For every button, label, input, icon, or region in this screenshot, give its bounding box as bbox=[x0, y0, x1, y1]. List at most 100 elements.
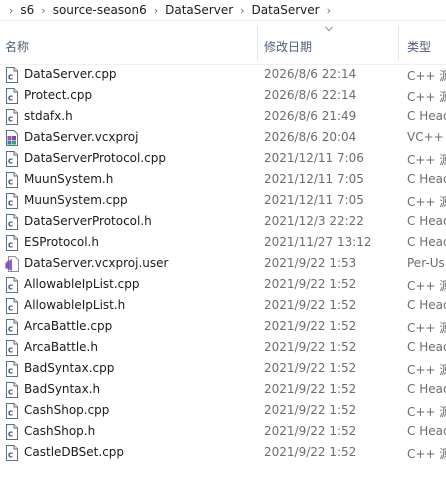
file-modified-date: 2021/9/22 1:53 bbox=[264, 256, 357, 270]
chevron-right-icon[interactable]: › bbox=[2, 4, 20, 17]
svg-text:C: C bbox=[8, 284, 13, 292]
file-row[interactable]: C MuunSystem.cpp 2021/12/11 7:05 C++ 源 bbox=[0, 190, 446, 211]
file-type: C++ 源 bbox=[407, 447, 446, 461]
file-name: CastleDBSet.cpp bbox=[24, 445, 125, 459]
breadcrumb-item-s6[interactable]: s6 bbox=[20, 3, 34, 17]
file-row[interactable]: Cstdafx.h 2026/8/6 21:49 C Head bbox=[0, 106, 446, 127]
svg-text:C: C bbox=[8, 221, 13, 229]
file-row[interactable]: C CashShop.cpp 2021/9/22 1:52 C++ 源 bbox=[0, 400, 446, 421]
file-modified-date: 2021/9/22 1:52 bbox=[264, 445, 357, 459]
file-type: C Head bbox=[407, 340, 446, 354]
file-row[interactable]: C ArcaBattle.h 2021/9/22 1:52 C Head bbox=[0, 337, 446, 358]
file-name: MuunSystem.h bbox=[24, 172, 114, 186]
chevron-right-icon[interactable]: › bbox=[233, 4, 251, 17]
cpp-file-icon: C bbox=[5, 361, 19, 377]
file-type: Per-Us bbox=[407, 256, 445, 270]
file-name: DataServerProtocol.cpp bbox=[24, 151, 167, 165]
file-name: CashShop.cpp bbox=[24, 403, 110, 417]
file-type: C Head bbox=[407, 172, 446, 186]
column-header-name[interactable]: 名称 bbox=[5, 38, 29, 55]
file-type: C Head bbox=[407, 424, 446, 438]
file-modified-date: 2026/8/6 20:04 bbox=[264, 130, 357, 144]
file-modified-date: 2021/9/22 1:52 bbox=[264, 382, 357, 396]
file-row[interactable]: C DataServerProtocol.cpp 2021/12/11 7:06 C+… bbox=[0, 148, 446, 169]
header-file-icon: C bbox=[5, 382, 19, 398]
file-type: C++ 源 bbox=[407, 405, 446, 419]
file-row[interactable]: C AllowableIpList.h 2021/9/22 1:52 C Head bbox=[0, 295, 446, 316]
column-divider[interactable] bbox=[398, 26, 399, 60]
svg-text:C: C bbox=[8, 431, 13, 439]
breadcrumb-item-dataserver[interactable]: DataServer bbox=[165, 3, 233, 17]
column-header-row: 名称 修改日期 类型 bbox=[0, 24, 446, 65]
file-modified-date: 2026/8/6 22:14 bbox=[264, 67, 357, 81]
file-row[interactable]: C BadSyntax.cpp 2021/9/22 1:52 C++ 源 bbox=[0, 358, 446, 379]
file-row[interactable]: C CastleDBSet.cpp 2021/9/22 1:52 C++ 源 bbox=[0, 442, 446, 463]
svg-text:C: C bbox=[8, 347, 13, 355]
file-row[interactable]: DataServer.vcxproj 2026/8/6 20:04 VC++ bbox=[0, 127, 446, 148]
file-row[interactable]: C CashShop.h 2021/9/22 1:52 C Head bbox=[0, 421, 446, 442]
sort-descending-icon bbox=[325, 26, 333, 32]
file-name: ArcaBattle.h bbox=[24, 340, 98, 354]
file-modified-date: 2021/9/22 1:52 bbox=[264, 403, 357, 417]
file-name: MuunSystem.cpp bbox=[24, 193, 128, 207]
cpp-file-icon: C bbox=[5, 277, 19, 293]
file-row[interactable]: C DataServer.cpp 2026/8/6 22:14 C++ 源 bbox=[0, 64, 446, 85]
svg-text:C: C bbox=[8, 95, 13, 103]
svg-text:C: C bbox=[8, 179, 13, 187]
chevron-right-icon[interactable]: › bbox=[34, 4, 52, 17]
file-name: AllowableIpList.h bbox=[24, 298, 126, 312]
file-modified-date: 2021/12/11 7:06 bbox=[264, 151, 364, 165]
file-row[interactable]: C BadSyntax.h 2021/9/22 1:52 C Head bbox=[0, 379, 446, 400]
file-row[interactable]: C ArcaBattle.cpp 2021/9/22 1:52 C++ 源 bbox=[0, 316, 446, 337]
svg-text:C: C bbox=[8, 242, 13, 250]
column-header-date[interactable]: 修改日期 bbox=[264, 38, 312, 55]
svg-text:C: C bbox=[8, 410, 13, 418]
file-modified-date: 2026/8/6 21:49 bbox=[264, 109, 357, 123]
file-modified-date: 2021/9/22 1:52 bbox=[264, 340, 357, 354]
file-name: DataServer.cpp bbox=[24, 67, 117, 81]
file-name: stdafx.h bbox=[24, 109, 73, 123]
file-name: Protect.cpp bbox=[24, 88, 93, 102]
file-row[interactable]: C DataServerProtocol.h 2021/12/3 22:22 C He… bbox=[0, 211, 446, 232]
file-name: AllowableIpList.cpp bbox=[24, 277, 140, 291]
svg-text:C: C bbox=[8, 74, 13, 82]
cpp-file-icon: C bbox=[5, 445, 19, 461]
cpp-file-icon: C bbox=[5, 151, 19, 167]
file-type: C++ 源 bbox=[407, 279, 446, 293]
file-type: C++ 源 bbox=[407, 363, 446, 377]
file-name: ESProtocol.h bbox=[24, 235, 99, 249]
svg-text:C: C bbox=[8, 200, 13, 208]
chevron-right-icon[interactable]: › bbox=[147, 4, 165, 17]
file-name: DataServerProtocol.h bbox=[24, 214, 152, 228]
file-type: C++ 源 bbox=[407, 321, 446, 335]
file-type: C Head bbox=[407, 382, 446, 396]
file-type: C++ 源 bbox=[407, 195, 446, 209]
file-modified-date: 2021/12/11 7:05 bbox=[264, 172, 364, 186]
header-file-icon: C bbox=[5, 340, 19, 356]
file-modified-date: 2021/9/22 1:52 bbox=[264, 424, 357, 438]
file-name: BadSyntax.cpp bbox=[24, 361, 115, 375]
file-type: C Head bbox=[407, 235, 446, 249]
column-divider[interactable] bbox=[257, 26, 258, 60]
file-modified-date: 2021/12/3 22:22 bbox=[264, 214, 364, 228]
file-row[interactable]: C MuunSystem.h 2021/12/11 7:05 C Head bbox=[0, 169, 446, 190]
file-modified-date: 2021/9/22 1:52 bbox=[264, 298, 357, 312]
file-modified-date: 2021/11/27 13:12 bbox=[264, 235, 372, 249]
header-file-icon: C bbox=[5, 424, 19, 440]
file-name: ArcaBattle.cpp bbox=[24, 319, 113, 333]
svg-text:C: C bbox=[8, 116, 13, 124]
breadcrumb: › s6 › source-season6 › DataServer › Dat… bbox=[0, 0, 446, 21]
chevron-right-icon[interactable]: › bbox=[320, 4, 338, 17]
file-row[interactable]: C AllowableIpList.cpp 2021/9/22 1:52 C++ 源 bbox=[0, 274, 446, 295]
file-row[interactable]: C Protect.cpp 2026/8/6 22:14 C++ 源 bbox=[0, 85, 446, 106]
file-row[interactable]: DataServer.vcxproj.user 2021/9/22 1:53 Per… bbox=[0, 253, 446, 274]
file-modified-date: 2021/9/22 1:52 bbox=[264, 319, 357, 333]
svg-text:C: C bbox=[8, 305, 13, 313]
breadcrumb-item-source-season6[interactable]: source-season6 bbox=[53, 3, 147, 17]
file-type: VC++ bbox=[407, 130, 444, 144]
column-header-type[interactable]: 类型 bbox=[407, 38, 431, 55]
file-modified-date: 2021/9/22 1:52 bbox=[264, 361, 357, 375]
svg-text:C: C bbox=[8, 158, 13, 166]
breadcrumb-item-dataserver-current[interactable]: DataServer bbox=[252, 3, 320, 17]
file-row[interactable]: C ESProtocol.h 2021/11/27 13:12 C Head bbox=[0, 232, 446, 253]
